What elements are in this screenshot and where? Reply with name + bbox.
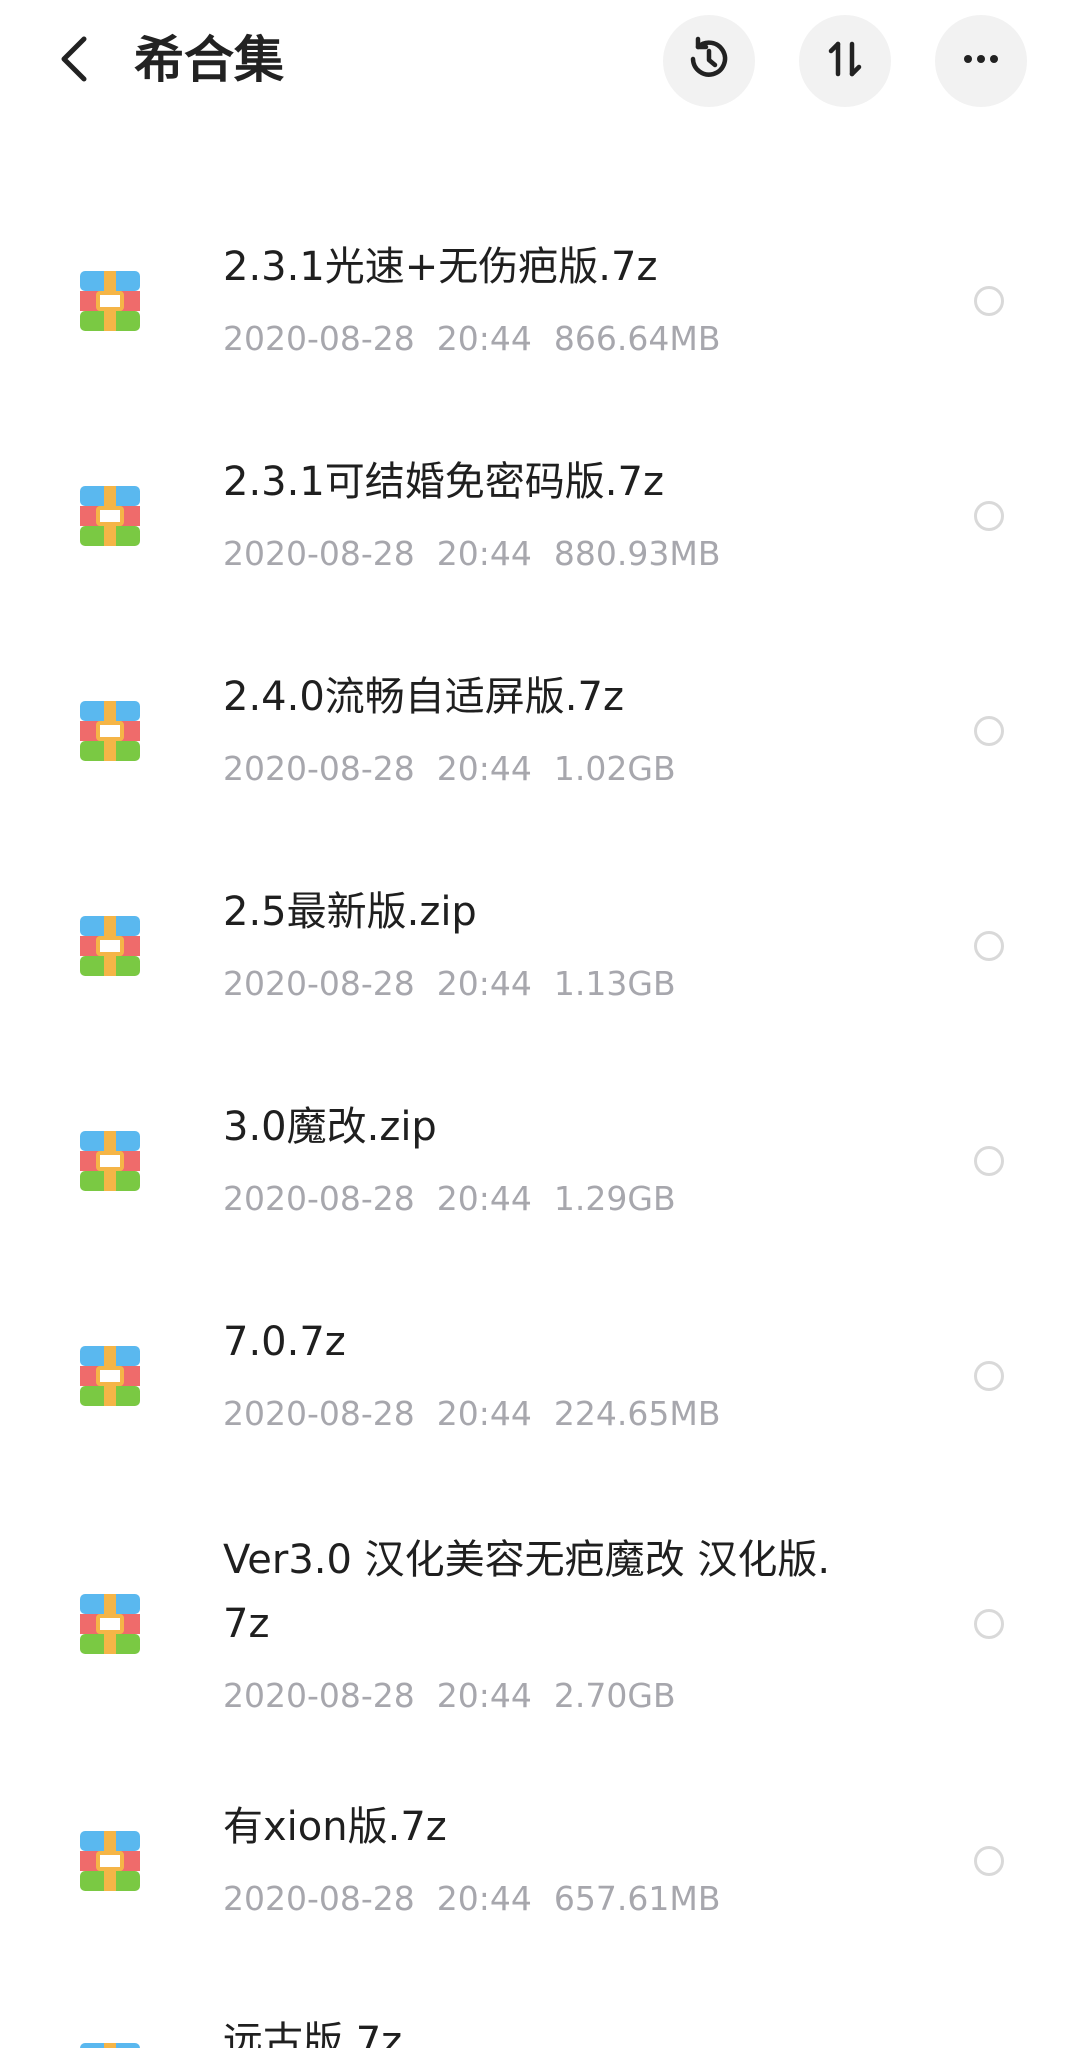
file-size: 657.61MB xyxy=(553,1879,721,1918)
list-item[interactable]: Ver3.0 汉化美容无疤魔改 汉化版.7z 2020-08-28 20:44 2.… xyxy=(0,1528,1078,1728)
file-name: 2.4.0流畅自适屏版.7z xyxy=(223,674,624,720)
file-meta: 2020-08-28 20:44 2.70GB xyxy=(223,1674,698,1718)
file-date: 2020-08-28 xyxy=(223,319,415,358)
file-size: 1.29GB xyxy=(553,1179,676,1218)
file-meta: 2020-08-28 20:44 224.65MB xyxy=(223,1392,742,1436)
file-date: 2020-08-28 xyxy=(223,749,415,788)
select-radio[interactable] xyxy=(974,501,1004,531)
file-meta: 2020-08-28 20:44 1.29GB xyxy=(223,1177,698,1221)
file-time: 20:44 xyxy=(436,749,532,788)
file-date: 2020-08-28 xyxy=(223,1879,415,1918)
file-meta: 2020-08-28 20:44 657.61MB xyxy=(223,1877,742,1921)
archive-file-icon xyxy=(80,916,140,976)
back-button[interactable] xyxy=(44,26,104,96)
more-icon xyxy=(956,34,1006,88)
history-button[interactable] xyxy=(663,15,755,107)
list-item[interactable]: 2.3.1可结婚免密码版.7z 2020-08-28 20:44 880.93MB xyxy=(0,450,1078,580)
chevron-left-icon xyxy=(56,35,92,87)
list-item[interactable]: 远古版.7z xyxy=(0,2010,1078,2048)
file-time: 20:44 xyxy=(436,1879,532,1918)
top-bar: 希合集 xyxy=(0,0,1078,130)
archive-file-icon xyxy=(80,1831,140,1891)
file-time: 20:44 xyxy=(436,534,532,573)
file-name: 有xion版.7z xyxy=(223,1804,447,1850)
file-name: Ver3.0 汉化美容无疤魔改 汉化版.7z xyxy=(223,1537,831,1647)
list-item[interactable]: 2.4.0流畅自适屏版.7z 2020-08-28 20:44 1.02GB xyxy=(0,665,1078,795)
file-size: 880.93MB xyxy=(553,534,721,573)
archive-file-icon xyxy=(80,2043,140,2048)
select-radio[interactable] xyxy=(974,1361,1004,1391)
history-icon xyxy=(684,34,734,88)
select-radio[interactable] xyxy=(974,1609,1004,1639)
file-date: 2020-08-28 xyxy=(223,964,415,1003)
archive-file-icon xyxy=(80,486,140,546)
more-button[interactable] xyxy=(935,15,1027,107)
archive-file-icon xyxy=(80,1346,140,1406)
archive-file-icon xyxy=(80,271,140,331)
file-list: 2.3.1光速+无伤疤版.7z 2020-08-28 20:44 866.64MB … xyxy=(0,0,1078,2048)
file-time: 20:44 xyxy=(436,1179,532,1218)
list-item[interactable]: 2.5最新版.zip 2020-08-28 20:44 1.13GB xyxy=(0,880,1078,1010)
file-meta: 2020-08-28 20:44 866.64MB xyxy=(223,317,742,361)
file-size: 1.02GB xyxy=(553,749,676,788)
file-name: 7.0.7z xyxy=(223,1319,346,1365)
file-size: 2.70GB xyxy=(553,1676,676,1715)
select-radio[interactable] xyxy=(974,1146,1004,1176)
archive-file-icon xyxy=(80,1131,140,1191)
file-name: 3.0魔改.zip xyxy=(223,1104,437,1150)
file-name: 远古版.7z xyxy=(223,2019,403,2048)
file-time: 20:44 xyxy=(436,1394,532,1433)
file-date: 2020-08-28 xyxy=(223,534,415,573)
sort-icon xyxy=(820,34,870,88)
file-name: 2.3.1可结婚免密码版.7z xyxy=(223,459,664,505)
list-item[interactable]: 7.0.7z 2020-08-28 20:44 224.65MB xyxy=(0,1310,1078,1440)
archive-file-icon xyxy=(80,701,140,761)
list-item[interactable]: 3.0魔改.zip 2020-08-28 20:44 1.29GB xyxy=(0,1095,1078,1225)
page-title: 希合集 xyxy=(134,31,284,89)
file-size: 866.64MB xyxy=(553,319,721,358)
list-item[interactable]: 有xion版.7z 2020-08-28 20:44 657.61MB xyxy=(0,1795,1078,1925)
file-size: 1.13GB xyxy=(553,964,676,1003)
file-time: 20:44 xyxy=(436,319,532,358)
select-radio[interactable] xyxy=(974,716,1004,746)
archive-file-icon xyxy=(80,1594,140,1654)
file-meta: 2020-08-28 20:44 1.02GB xyxy=(223,747,698,791)
select-radio[interactable] xyxy=(974,1846,1004,1876)
file-meta: 2020-08-28 20:44 1.13GB xyxy=(223,962,698,1006)
file-time: 20:44 xyxy=(436,964,532,1003)
select-radio[interactable] xyxy=(974,931,1004,961)
sort-button[interactable] xyxy=(799,15,891,107)
file-date: 2020-08-28 xyxy=(223,1179,415,1218)
file-size: 224.65MB xyxy=(553,1394,721,1433)
file-name: 2.5最新版.zip xyxy=(223,889,477,935)
file-date: 2020-08-28 xyxy=(223,1394,415,1433)
file-meta: 2020-08-28 20:44 880.93MB xyxy=(223,532,742,576)
file-time: 20:44 xyxy=(436,1676,532,1715)
file-date: 2020-08-28 xyxy=(223,1676,415,1715)
file-name: 2.3.1光速+无伤疤版.7z xyxy=(223,244,658,290)
select-radio[interactable] xyxy=(974,286,1004,316)
list-item[interactable]: 2.3.1光速+无伤疤版.7z 2020-08-28 20:44 866.64MB xyxy=(0,235,1078,365)
